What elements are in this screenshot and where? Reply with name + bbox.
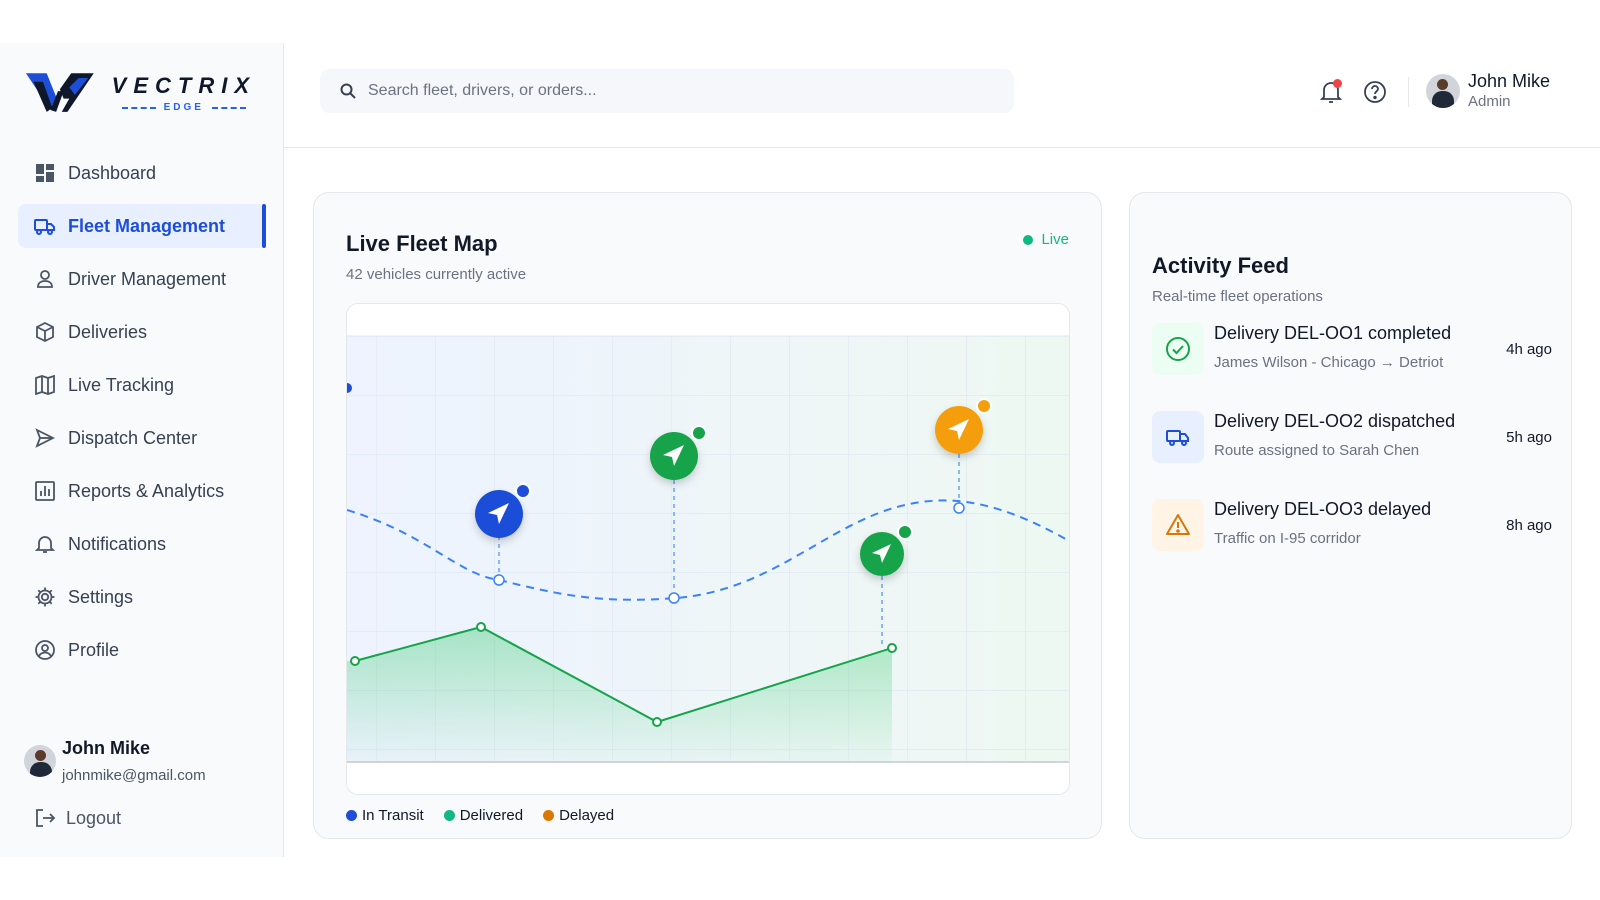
fleet-map[interactable] <box>346 303 1070 795</box>
notification-dot <box>1333 79 1342 88</box>
sidebar-item-reports-analytics[interactable]: Reports & Analytics <box>18 469 266 513</box>
search-icon <box>340 83 356 99</box>
chart-icon <box>34 480 56 502</box>
help-button[interactable] <box>1362 79 1388 105</box>
sidebar-user-email: johnmike@gmail.com <box>62 767 206 784</box>
search-input[interactable] <box>368 82 968 100</box>
sidebar-item-dashboard[interactable]: Dashboard <box>18 151 266 195</box>
map-legend: In Transit Delivered Delayed <box>346 807 634 824</box>
sidebar: VECTRIX EDGE Dashboard Fleet Management … <box>0 43 284 857</box>
avatar <box>1426 73 1460 108</box>
profile-icon <box>34 639 56 661</box>
activity-item[interactable]: Delivery DEL-OO3 delayed Traffic on I-95… <box>1152 499 1552 587</box>
map-icon <box>34 374 56 396</box>
brand-logo[interactable]: VECTRIX EDGE <box>26 69 256 117</box>
divider <box>1408 77 1409 107</box>
sidebar-item-label: Profile <box>68 639 120 660</box>
activity-item-time: 8h ago <box>1506 517 1552 534</box>
live-label: Live <box>1041 231 1069 248</box>
package-icon <box>34 321 56 343</box>
activity-list: Delivery DEL-OO1 completed James Wilson … <box>1152 323 1552 587</box>
route-waypoint[interactable] <box>953 502 965 514</box>
top-user-role: Admin <box>1468 93 1511 110</box>
sidebar-item-deliveries[interactable]: Deliveries <box>18 310 266 354</box>
sidebar-item-live-tracking[interactable]: Live Tracking <box>18 363 266 407</box>
gear-icon <box>34 586 56 608</box>
truck-icon <box>1152 411 1204 463</box>
dashboard-icon <box>34 162 56 184</box>
sidebar-user-card[interactable]: John Mike johnmike@gmail.com <box>24 733 264 789</box>
brand-name: VECTRIX <box>111 73 256 98</box>
legend-item-delivered: Delivered <box>443 807 523 824</box>
sidebar-item-label: Live Tracking <box>68 374 175 395</box>
fleet-map-canvas <box>347 304 1069 794</box>
user-icon <box>34 268 56 290</box>
activity-item-time: 5h ago <box>1506 429 1552 446</box>
truck-icon <box>34 215 56 237</box>
activity-item-desc: Route assigned to Sarah Chen <box>1214 442 1420 459</box>
sidebar-item-fleet-management[interactable]: Fleet Management <box>18 204 266 248</box>
activity-subtitle: Real-time fleet operations <box>1152 288 1323 305</box>
notifications-button[interactable] <box>1318 79 1344 105</box>
sidebar-item-label: Driver Management <box>68 268 227 289</box>
route-point[interactable] <box>350 656 360 666</box>
app-frame: VECTRIX EDGE Dashboard Fleet Management … <box>0 43 1600 857</box>
sidebar-user-name: John Mike <box>62 738 151 758</box>
sidebar-item-profile[interactable]: Profile <box>18 628 266 672</box>
map-footer-strip <box>347 762 1069 794</box>
activity-item-title: Delivery DEL-OO1 completed <box>1214 323 1452 343</box>
map-subtitle: 42 vehicles currently active <box>346 266 527 283</box>
sidebar-item-label: Notifications <box>68 533 167 554</box>
logout-icon <box>36 809 56 827</box>
top-bar: John Mike Admin <box>284 43 1600 148</box>
sidebar-item-label: Fleet Management <box>68 215 226 236</box>
sidebar-item-label: Reports & Analytics <box>68 480 225 501</box>
sidebar-item-dispatch-center[interactable]: Dispatch Center <box>18 416 266 460</box>
help-icon <box>1364 81 1386 103</box>
live-indicator: Live <box>1023 231 1069 248</box>
activity-title: Activity Feed <box>1152 253 1289 278</box>
activity-item[interactable]: Delivery DEL-OO1 completed James Wilson … <box>1152 323 1552 411</box>
bell-icon <box>34 533 56 555</box>
route-point[interactable] <box>476 622 486 632</box>
sidebar-item-label: Dashboard <box>68 162 157 183</box>
map-title: Live Fleet Map <box>346 231 498 256</box>
map-header-strip <box>347 304 1069 336</box>
search-bar[interactable] <box>320 69 1014 113</box>
sidebar-item-settings[interactable]: Settings <box>18 575 266 619</box>
check-circle-icon <box>1152 323 1204 375</box>
top-user-name: John Mike <box>1468 71 1551 91</box>
logout-label: Logout <box>66 807 122 828</box>
warning-icon <box>1152 499 1204 551</box>
activity-item-time: 4h ago <box>1506 341 1552 358</box>
legend-item-in-transit: In Transit <box>346 807 424 824</box>
activity-item-title: Delivery DEL-OO2 dispatched <box>1214 411 1456 431</box>
route-point[interactable] <box>652 717 662 727</box>
sidebar-item-label: Dispatch Center <box>68 427 198 448</box>
activity-feed-card: Activity Feed Real-time fleet operations… <box>1129 192 1572 839</box>
activity-item[interactable]: Delivery DEL-OO2 dispatched Route assign… <box>1152 411 1552 499</box>
route-waypoint[interactable] <box>668 592 680 604</box>
sidebar-item-label: Deliveries <box>68 321 148 342</box>
brand-sub: EDGE <box>163 102 204 113</box>
live-fleet-map-card: Live Fleet Map 42 vehicles currently act… <box>313 192 1102 839</box>
activity-item-title: Delivery DEL-OO3 delayed <box>1214 499 1432 519</box>
logo-mark-icon <box>26 73 94 112</box>
legend-item-delayed: Delayed <box>543 807 614 824</box>
activity-item-desc: Traffic on I-95 corridor <box>1214 530 1361 547</box>
avatar <box>24 745 56 777</box>
route-point[interactable] <box>887 643 897 653</box>
send-icon <box>34 427 56 449</box>
sidebar-item-driver-management[interactable]: Driver Management <box>18 257 266 301</box>
sidebar-nav: Dashboard Fleet Management Driver Manage… <box>18 151 266 681</box>
sidebar-item-notifications[interactable]: Notifications <box>18 522 266 566</box>
route-waypoint[interactable] <box>493 574 505 586</box>
top-user-menu[interactable]: John Mike Admin <box>1426 71 1550 110</box>
logout-button[interactable]: Logout <box>34 805 121 831</box>
activity-item-desc: James Wilson - Chicago → Detriot <box>1214 354 1444 371</box>
live-dot <box>1023 234 1034 245</box>
sidebar-item-label: Settings <box>68 586 134 607</box>
